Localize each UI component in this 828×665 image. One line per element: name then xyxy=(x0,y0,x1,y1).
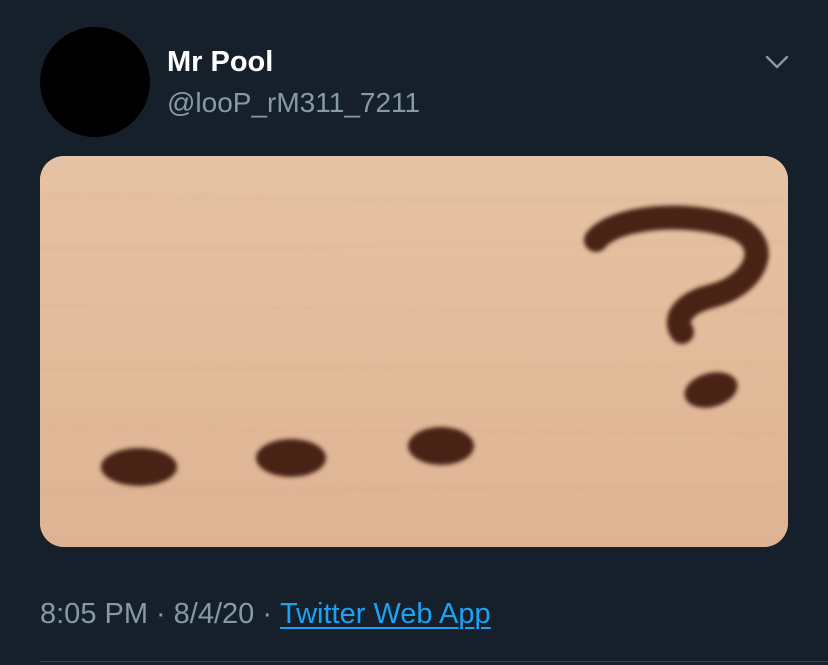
author-handle[interactable]: @looP_rM311_7211 xyxy=(167,85,420,121)
ellipsis-dot xyxy=(408,427,474,465)
tweet-source-link[interactable]: Twitter Web App xyxy=(280,598,491,630)
separator: · xyxy=(156,598,166,630)
ellipsis-dot xyxy=(256,439,326,477)
tweet-image[interactable] xyxy=(40,156,788,547)
ellipsis-dot xyxy=(101,448,177,486)
divider xyxy=(40,661,828,662)
author-display-name[interactable]: Mr Pool xyxy=(167,44,273,80)
tweet: Mr Pool @looP_rM311_7211 8:05 PM · 8/4/2… xyxy=(0,0,828,665)
ellipsis-question-image xyxy=(40,156,788,547)
tweet-date: 8/4/20 xyxy=(173,598,255,630)
separator: · xyxy=(262,598,272,630)
chevron-down-icon xyxy=(765,55,789,69)
tweet-menu-button[interactable] xyxy=(763,50,791,74)
avatar[interactable] xyxy=(40,27,150,137)
tweet-metadata: 8:05 PM · 8/4/20 · Twitter Web App xyxy=(40,596,491,632)
tweet-time: 8:05 PM xyxy=(40,598,148,630)
